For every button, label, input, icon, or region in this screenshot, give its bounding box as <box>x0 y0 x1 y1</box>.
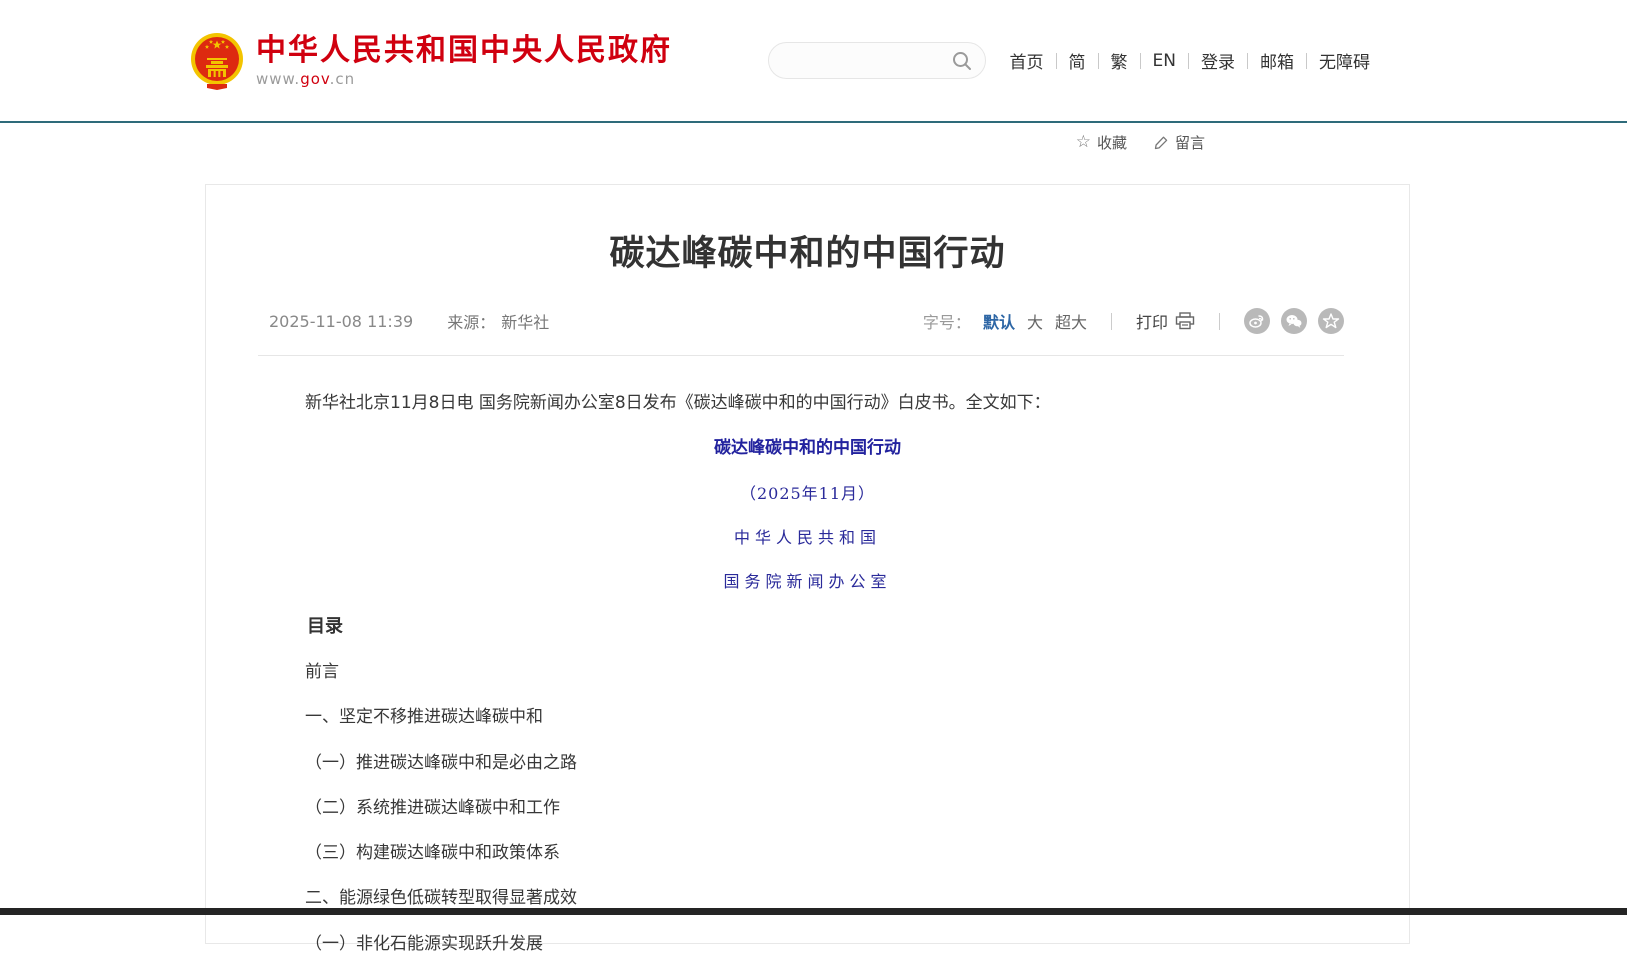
document-org-line1: 中华人民共和国 <box>271 528 1344 548</box>
bottom-edge-bar <box>0 908 1627 915</box>
print-label: 打印 <box>1136 309 1168 333</box>
site-url-prefix: www. <box>256 70 300 88</box>
print-button[interactable]: 打印 <box>1136 309 1195 333</box>
page-toolbar: ☆ 收藏 留言 <box>0 123 1627 163</box>
toc-item-1-2: （二）系统推进碳达峰碳中和工作 <box>271 798 1344 819</box>
site-url-suffix: .cn <box>330 70 356 88</box>
nav-separator <box>1247 53 1248 69</box>
share-group <box>1244 308 1344 334</box>
search-box[interactable] <box>768 42 986 79</box>
qzone-share-icon[interactable] <box>1318 308 1344 334</box>
weibo-share-icon[interactable] <box>1244 308 1270 334</box>
pencil-icon <box>1153 135 1169 151</box>
fontsize-xlarge-button[interactable]: 超大 <box>1055 309 1087 333</box>
nav-separator <box>1140 53 1141 69</box>
toc-item-1: 一、坚定不移推进碳达峰碳中和 <box>271 707 1344 728</box>
meta-separator <box>1219 313 1220 330</box>
top-nav: 首页 简 繁 EN 登录 邮箱 无障碍 <box>1010 48 1370 73</box>
nav-home[interactable]: 首页 <box>1010 48 1044 73</box>
site-url: www.gov.cn <box>256 70 672 88</box>
comment-label: 留言 <box>1175 132 1205 153</box>
fontsize-default-button[interactable]: 默认 <box>983 309 1015 333</box>
article-date: 2025-11-08 11:39 <box>269 312 413 331</box>
favorite-label: 收藏 <box>1097 132 1127 153</box>
search-input[interactable] <box>785 52 951 70</box>
lead-paragraph: 新华社北京11月8日电 国务院新闻办公室8日发布《碳达峰碳中和的中国行动》白皮书… <box>271 393 1344 414</box>
document-org-line2: 国务院新闻办公室 <box>271 572 1344 592</box>
nav-separator <box>1098 53 1099 69</box>
nav-separator <box>1306 53 1307 69</box>
nav-accessibility[interactable]: 无障碍 <box>1319 48 1370 73</box>
toc-item-preface: 前言 <box>271 662 1344 683</box>
nav-separator <box>1188 53 1189 69</box>
site-logo[interactable]: 中华人民共和国中央人民政府 www.gov.cn <box>190 32 672 90</box>
article-body: 新华社北京11月8日电 国务院新闻办公室8日发布《碳达峰碳中和的中国行动》白皮书… <box>206 356 1409 955</box>
toc-item-2: 二、能源绿色低碳转型取得显著成效 <box>271 888 1344 909</box>
comment-button[interactable]: 留言 <box>1153 132 1205 153</box>
article-source[interactable]: 新华社 <box>501 309 549 333</box>
toc-heading: 目录 <box>271 616 1344 639</box>
fontsize-large-button[interactable]: 大 <box>1027 309 1043 333</box>
site-title: 中华人民共和国中央人民政府 <box>256 34 672 67</box>
nav-simplified[interactable]: 简 <box>1069 48 1086 73</box>
document-title: 碳达峰碳中和的中国行动 <box>271 438 1344 459</box>
search-icon[interactable] <box>951 50 973 72</box>
site-url-gov: gov <box>300 70 329 88</box>
toc-item-1-3: （三）构建碳达峰碳中和政策体系 <box>271 843 1344 864</box>
fontsize-label: 字号： <box>923 309 971 333</box>
site-header: 中华人民共和国中央人民政府 www.gov.cn 首页 简 繁 EN 登录 邮箱… <box>0 0 1627 123</box>
national-emblem-icon <box>190 32 244 90</box>
document-date: （2025年11月） <box>271 484 1344 504</box>
nav-login[interactable]: 登录 <box>1201 48 1235 73</box>
nav-english[interactable]: EN <box>1153 51 1176 71</box>
printer-icon <box>1175 312 1195 330</box>
wechat-share-icon[interactable] <box>1281 308 1307 334</box>
star-icon: ☆ <box>1076 134 1091 151</box>
nav-mail[interactable]: 邮箱 <box>1260 48 1294 73</box>
favorite-button[interactable]: ☆ 收藏 <box>1076 132 1127 153</box>
nav-separator <box>1056 53 1057 69</box>
toc-item-2-1: （一）非化石能源实现跃升发展 <box>271 934 1344 955</box>
nav-traditional[interactable]: 繁 <box>1111 48 1128 73</box>
article-card: 碳达峰碳中和的中国行动 2025-11-08 11:39 来源： 新华社 字号：… <box>205 184 1410 944</box>
source-label: 来源： <box>447 309 495 333</box>
meta-separator <box>1111 313 1112 330</box>
article-meta-row: 2025-11-08 11:39 来源： 新华社 字号： 默认 大 超大 打印 <box>206 306 1409 336</box>
article-title: 碳达峰碳中和的中国行动 <box>206 225 1409 276</box>
toc-item-1-1: （一）推进碳达峰碳中和是必由之路 <box>271 753 1344 774</box>
